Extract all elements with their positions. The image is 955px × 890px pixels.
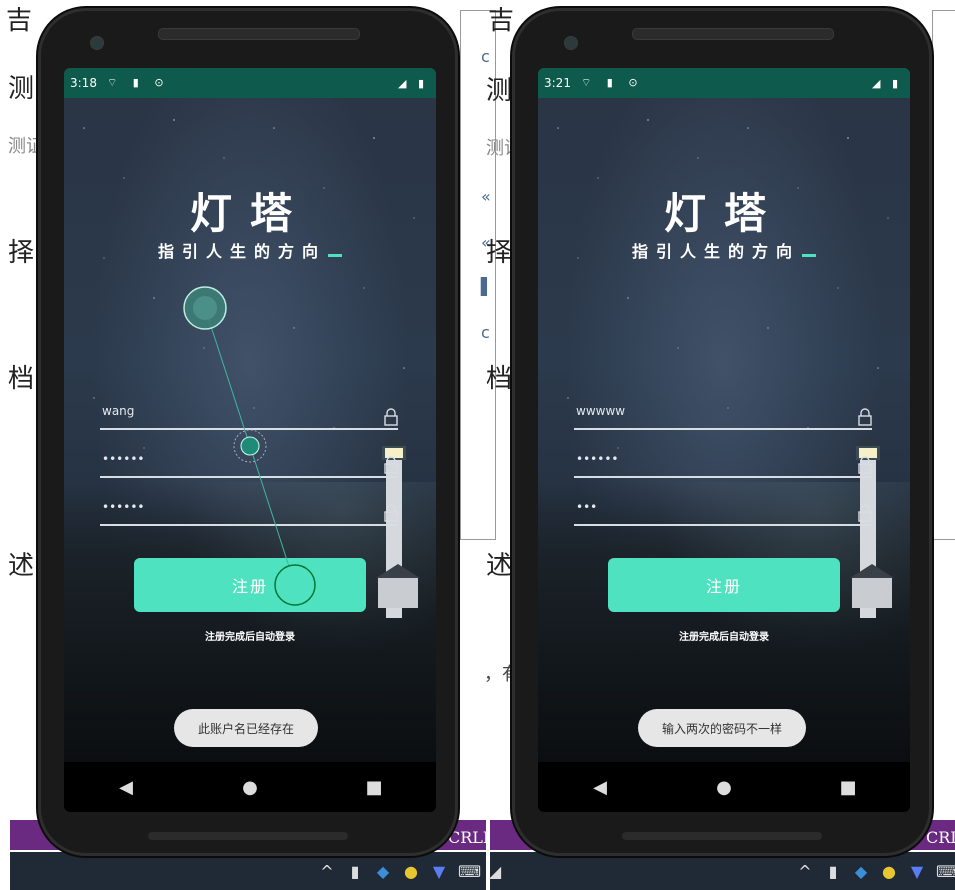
toast-message: 输入两次的密码不一样 — [638, 709, 807, 747]
phone-screen-1: 3:18 ⌔ ▮ ⊙ ◢ ▮ 灯塔 指引人生的方向 注册 注册完成后自动登录 — [64, 68, 436, 812]
auto-login-hint: 注册完成后自动登录 — [679, 632, 769, 643]
doc-char-m3: 择 — [486, 238, 513, 268]
doc-char-m1: 测 — [486, 76, 513, 106]
slogan-cursor — [802, 254, 816, 257]
chevron-up-icon[interactable]: ^ — [796, 862, 814, 881]
status-bar: 3:21 ⌔ ▮ ⊙ ◢ ▮ — [538, 68, 910, 98]
crlf-label-left[interactable]: CRLF — [448, 828, 494, 847]
slogan-cursor — [328, 254, 342, 257]
username-field[interactable] — [100, 400, 398, 430]
chevron-up-icon[interactable]: ^ — [318, 862, 336, 881]
notification-icons: ⌔ ▮ ⊙ — [106, 76, 170, 89]
lock-icon — [384, 408, 398, 426]
back-icon[interactable]: ◀ — [106, 777, 146, 798]
app-slogan: 指引人生的方向 — [64, 238, 436, 262]
signal-battery-icons: ◢ ▮ — [397, 76, 428, 90]
recents-icon[interactable]: ■ — [828, 777, 868, 798]
android-nav-bar: ◀ ● ■ — [64, 762, 436, 812]
status-time: 3:21 — [544, 76, 571, 90]
lock-icon — [384, 504, 398, 522]
phone-screen-2: 3:21 ⌔ ▮ ⊙ ◢ ▮ 灯塔 指引人生的方向 注册 注册完成后自动登录 输… — [538, 68, 910, 812]
usb-icon[interactable]: ▮ — [346, 862, 364, 881]
doc-right-panel — [932, 10, 955, 540]
doc-char-1: 测 — [8, 74, 35, 104]
app-title: 灯塔 — [663, 189, 784, 238]
earpiece-speaker — [632, 28, 834, 40]
bottom-speaker — [622, 832, 822, 840]
input-method-icon[interactable]: ⌨ — [936, 862, 955, 881]
doc-fragment-top: 吉 — [6, 6, 33, 36]
front-camera-icon — [90, 36, 104, 50]
app-title: 灯塔 — [189, 189, 310, 238]
doc-char-3: 择 — [8, 238, 35, 268]
password-field[interactable] — [574, 448, 872, 478]
input-method-icon[interactable]: ⌨ — [458, 862, 481, 881]
phone-frame-1: 3:18 ⌔ ▮ ⊙ ◢ ▮ 灯塔 指引人生的方向 注册 注册完成后自动登录 — [38, 8, 458, 856]
phone-frame-2: 3:21 ⌔ ▮ ⊙ ◢ ▮ 灯塔 指引人生的方向 注册 注册完成后自动登录 输… — [512, 8, 932, 856]
android-nav-bar: ◀ ● ■ — [538, 762, 910, 812]
password-input[interactable] — [100, 448, 364, 470]
lock-icon — [384, 456, 398, 474]
toast-message: 此账户名已经存在 — [174, 709, 319, 747]
app-slogan: 指引人生的方向 — [538, 238, 910, 262]
doc-char-m4: 档 — [486, 364, 513, 394]
bottom-speaker — [148, 832, 348, 840]
cloud-icon[interactable]: ◆ — [374, 862, 392, 881]
doc-fragment-top-2: 吉 — [488, 6, 515, 36]
username-input[interactable] — [100, 400, 364, 422]
earpiece-speaker — [158, 28, 360, 40]
confirm-password-input[interactable] — [574, 496, 838, 518]
confirm-password-field[interactable] — [100, 496, 398, 526]
username-input[interactable] — [574, 400, 838, 422]
home-icon[interactable]: ● — [230, 777, 270, 798]
password-field[interactable] — [100, 448, 398, 478]
shield-icon[interactable]: ▼ — [430, 862, 448, 881]
system-tray-right: ^ ▮ ◆ ● ▼ ⌨ ◢ — [796, 862, 955, 881]
doc-char-4: 档 — [8, 364, 35, 394]
shield-icon[interactable]: ▼ — [908, 862, 926, 881]
system-tray-left: ^ ▮ ◆ ● ▼ ⌨ ◢ — [318, 862, 504, 881]
lock-icon — [858, 456, 872, 474]
wifi-icon[interactable]: ◢ — [486, 862, 504, 881]
recents-icon[interactable]: ■ — [354, 777, 394, 798]
crlf-label-right[interactable]: CRLI — [926, 828, 955, 847]
back-icon[interactable]: ◀ — [580, 777, 620, 798]
notification-icons: ⌔ ▮ ⊙ — [580, 76, 644, 89]
front-camera-icon — [564, 36, 578, 50]
lock-icon — [858, 408, 872, 426]
confirm-password-input[interactable] — [100, 496, 364, 518]
qq-icon[interactable]: ● — [880, 862, 898, 881]
signal-battery-icons: ◢ ▮ — [871, 76, 902, 90]
status-time: 3:18 — [70, 76, 97, 90]
usb-icon[interactable]: ▮ — [824, 862, 842, 881]
confirm-password-field[interactable] — [574, 496, 872, 526]
register-button[interactable]: 注册 — [134, 558, 366, 612]
auto-login-hint: 注册完成后自动登录 — [205, 632, 295, 643]
register-button[interactable]: 注册 — [608, 558, 840, 612]
cloud-icon[interactable]: ◆ — [852, 862, 870, 881]
username-field[interactable] — [574, 400, 872, 430]
status-bar: 3:18 ⌔ ▮ ⊙ ◢ ▮ — [64, 68, 436, 98]
lock-icon — [858, 504, 872, 522]
qq-icon[interactable]: ● — [402, 862, 420, 881]
doc-char-5: 述 — [8, 551, 35, 581]
doc-char-m5: 述 — [486, 551, 513, 581]
home-icon[interactable]: ● — [704, 777, 744, 798]
password-input[interactable] — [574, 448, 838, 470]
